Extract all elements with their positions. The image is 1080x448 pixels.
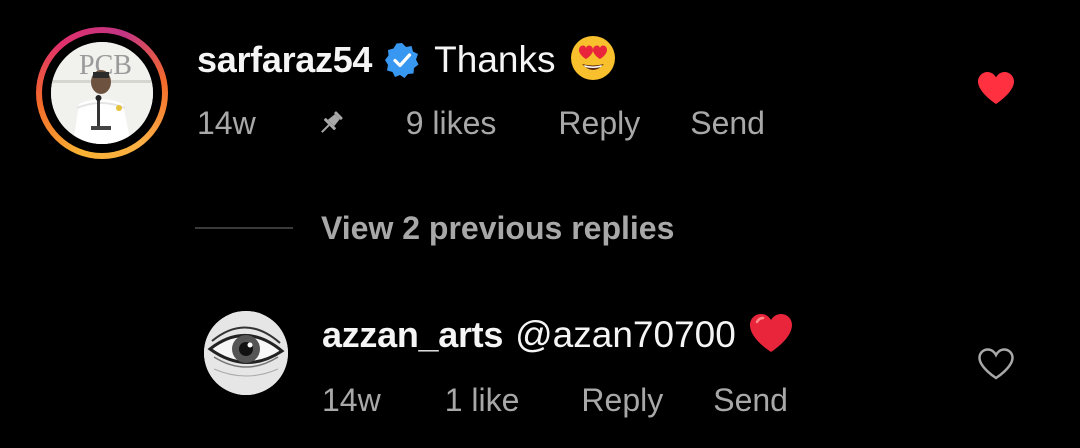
send-button[interactable]: Send bbox=[713, 382, 788, 419]
likes-count[interactable]: 9 likes bbox=[406, 105, 497, 142]
pin-icon bbox=[316, 108, 346, 138]
heart-eyes-emoji-icon bbox=[569, 34, 617, 87]
send-button[interactable]: Send bbox=[690, 105, 765, 142]
comment-time: 14w bbox=[197, 104, 256, 141]
comment-item: PCB sarfaraz54 Thanks 14w 9 likes Reply … bbox=[0, 0, 1080, 190]
username[interactable]: sarfaraz54 bbox=[197, 39, 372, 81]
reply-button[interactable]: Reply bbox=[558, 105, 640, 142]
username[interactable]: azzan_arts bbox=[322, 314, 503, 356]
story-ring-avatar[interactable]: PCB bbox=[36, 27, 168, 159]
avatar[interactable] bbox=[204, 311, 288, 395]
red-heart-emoji-icon bbox=[748, 312, 794, 359]
heart-outline-icon[interactable] bbox=[977, 347, 1015, 381]
verified-badge-icon bbox=[384, 42, 420, 78]
reply-meta: 14w 1 like Reply Send bbox=[322, 380, 788, 420]
comment-meta: 14w 9 likes Reply Send bbox=[197, 103, 765, 143]
comment-text: Thanks bbox=[434, 39, 556, 80]
mention-text[interactable]: @azan70700 bbox=[515, 314, 736, 356]
reply-button[interactable]: Reply bbox=[581, 382, 663, 419]
view-replies-label: View 2 previous replies bbox=[321, 209, 675, 246]
reply-header: azzan_arts @azan70700 bbox=[322, 313, 794, 357]
likes-count[interactable]: 1 like bbox=[445, 382, 520, 419]
reply-item: azzan_arts @azan70700 14w 1 like Reply S… bbox=[0, 295, 1080, 448]
comments-screen: { "comments": [ { "username": "sarfaraz5… bbox=[0, 0, 1080, 448]
replies-divider bbox=[195, 227, 293, 229]
view-previous-replies[interactable]: View 2 previous replies bbox=[195, 206, 674, 250]
liked-heart-icon[interactable] bbox=[977, 71, 1015, 105]
avatar-ring-gap: PCB bbox=[42, 33, 162, 153]
avatar: PCB bbox=[51, 42, 153, 144]
reply-time: 14w bbox=[322, 381, 381, 418]
comment-header: sarfaraz54 Thanks bbox=[197, 35, 617, 82]
